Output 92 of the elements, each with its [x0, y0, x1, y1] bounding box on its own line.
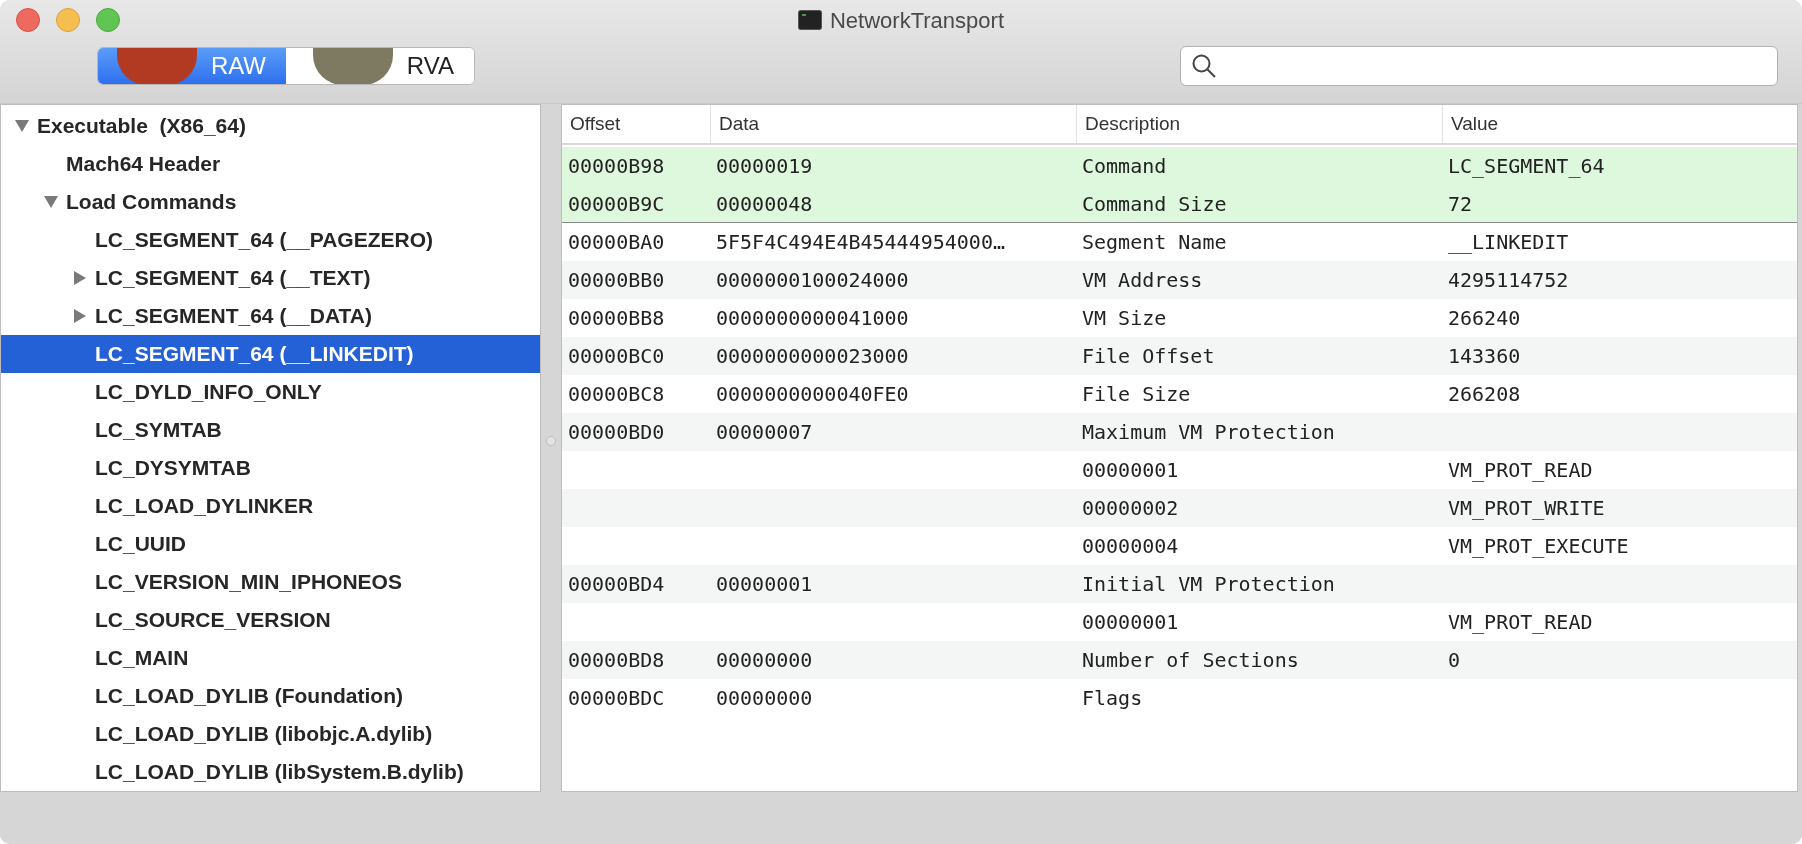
table-cell: 00000000 — [716, 648, 813, 672]
tree-item[interactable]: LC_DYLD_INFO_ONLY — [1, 373, 540, 411]
table-cell: 00000BA0 — [568, 230, 665, 254]
splitter-handle[interactable] — [546, 436, 556, 446]
table-cell: Number of Sections — [1082, 648, 1299, 672]
tree-item[interactable]: LC_LOAD_DYLINKER — [1, 487, 540, 525]
table-row[interactable]: 00000BD4 00000001 Initial VM Protection — [562, 565, 1797, 603]
table-row[interactable]: 00000B98 00000019 Command LC_SEGMENT_64 — [562, 147, 1797, 185]
table-cell: File Size — [1082, 382, 1191, 406]
table-cell: 72 — [1448, 191, 1473, 216]
table-cell: Segment Name — [1082, 230, 1227, 254]
table-cell: VM_PROT_READ — [1448, 458, 1593, 482]
column-header[interactable]: Value — [1443, 109, 1507, 139]
minimize-button[interactable] — [56, 8, 80, 32]
table-cell: LC_SEGMENT_64 — [1448, 154, 1605, 178]
table-cell: 00000B98 — [568, 154, 665, 178]
table-cell: 0 — [1448, 648, 1461, 672]
tree-item[interactable]: LC_VERSION_MIN_IPHONEOS — [1, 563, 540, 601]
tree-item[interactable]: LC_DYSYMTAB — [1, 449, 540, 487]
table-cell: 00000007 — [716, 420, 813, 444]
table-cell: 0000000100024000 — [716, 268, 909, 292]
table-cell: VM_PROT_WRITE — [1448, 496, 1605, 520]
column-header[interactable]: Data — [711, 109, 768, 139]
table-cell: 00000BB0 — [568, 268, 665, 292]
tree-item[interactable]: LC_SEGMENT_64 (__LINKEDIT) — [1, 335, 540, 373]
table-row[interactable]: 00000002 VM_PROT_WRITE — [562, 489, 1797, 527]
table-row[interactable]: 00000BD0 00000007 Maximum VM Protection — [562, 413, 1797, 451]
column-header[interactable]: Description — [1077, 109, 1189, 139]
tree-item[interactable]: LC_MAIN — [1, 639, 540, 677]
table-cell: 00000BC0 — [568, 344, 665, 368]
table-cell: 4295114752 — [1448, 268, 1569, 292]
table-cell: 00000BC8 — [568, 382, 665, 406]
table-cell: 00000BDC — [568, 686, 665, 710]
table-cell: Initial VM Protection — [1082, 572, 1335, 596]
table-row[interactable]: 00000B9C 00000048 Command Size 72 — [562, 185, 1797, 223]
tree-item[interactable]: Load Commands — [1, 183, 540, 221]
table-cell: 00000BB8 — [568, 306, 665, 330]
table-cell: 00000019 — [716, 154, 813, 178]
tree-item[interactable]: LC_SOURCE_VERSION — [1, 601, 540, 639]
table-cell: Maximum VM Protection — [1082, 420, 1335, 444]
search-icon — [1191, 53, 1217, 79]
close-button[interactable] — [16, 8, 40, 32]
table-cell: 00000001 — [1082, 458, 1179, 482]
tree-item[interactable]: LC_LOAD_DYLIB (Foundation) — [1, 677, 540, 715]
table-cell: 00000BD4 — [568, 572, 665, 596]
zoom-button[interactable] — [96, 8, 120, 32]
table-cell: VM_PROT_READ — [1448, 610, 1593, 634]
table-cell: VM Address — [1082, 268, 1203, 292]
table-cell: 00000002 — [1082, 496, 1179, 520]
table-cell: 00000004 — [1082, 534, 1179, 558]
terminal-icon — [798, 10, 822, 30]
table-cell: 00000001 — [1082, 610, 1179, 634]
table-row[interactable]: 00000BD8 00000000 Number of Sections 0 — [562, 641, 1797, 679]
tree-item[interactable]: LC_SEGMENT_64 (__DATA) — [1, 297, 540, 335]
tree-item[interactable]: Executable (X86_64) — [1, 107, 540, 145]
table-cell: 266208 — [1448, 382, 1521, 406]
expanded-triangle-icon[interactable] — [44, 195, 58, 209]
table-cell: 0000000000023000 — [716, 344, 909, 368]
tree-item[interactable]: Mach64 Header — [1, 145, 540, 183]
column-header[interactable]: Offset — [562, 109, 629, 139]
table-row[interactable]: 00000BB0 0000000100024000 VM Address 4295114752 — [562, 261, 1797, 299]
table-cell: VM Size — [1082, 306, 1167, 330]
tree-item[interactable]: LC_SEGMENT_64 (__PAGEZERO) — [1, 221, 540, 259]
search-field[interactable] — [1180, 46, 1778, 86]
table-cell: Command Size — [1082, 191, 1227, 216]
table-cell: 5F5F4C494E4B45444954000… — [716, 230, 1005, 254]
collapsed-triangle-icon[interactable] — [73, 309, 87, 323]
mode-segment[interactable]: RAW — [98, 48, 286, 84]
collapsed-triangle-icon[interactable] — [73, 271, 87, 285]
table-cell: 266240 — [1448, 306, 1521, 330]
table-cell: 00000BD8 — [568, 648, 665, 672]
expanded-triangle-icon[interactable] — [15, 119, 29, 133]
table-cell: 00000B9C — [568, 191, 665, 216]
table-cell: Command — [1082, 154, 1167, 178]
table-cell: 00000048 — [716, 191, 813, 216]
tree-item[interactable]: LC_SEGMENT_64 (__TEXT) — [1, 259, 540, 297]
tree-item[interactable]: LC_LOAD_DYLIB (libSystem.B.dylib) — [1, 753, 540, 791]
table-cell: File Offset — [1082, 344, 1215, 368]
tree-item[interactable]: LC_SYMTAB — [1, 411, 540, 449]
table-row[interactable]: 00000BC0 0000000000023000 File Offset 143360 — [562, 337, 1797, 375]
table-cell: __LINKEDIT — [1448, 230, 1569, 254]
table-cell: 00000000 — [716, 686, 813, 710]
table-cell: VM_PROT_EXECUTE — [1448, 534, 1629, 558]
window-title: NetworkTransport — [830, 6, 1004, 35]
table-cell: 143360 — [1448, 344, 1521, 368]
table-cell: Flags — [1082, 686, 1143, 710]
table-cell: 0000000000040FE0 — [716, 382, 909, 406]
table-cell: 00000BD0 — [568, 420, 665, 444]
table-cell: 0000000000041000 — [716, 306, 909, 330]
tree-item[interactable]: LC_LOAD_DYLIB (libobjc.A.dylib) — [1, 715, 540, 753]
tree-item[interactable]: LC_UUID — [1, 525, 540, 563]
table-cell: 00000001 — [716, 572, 813, 596]
